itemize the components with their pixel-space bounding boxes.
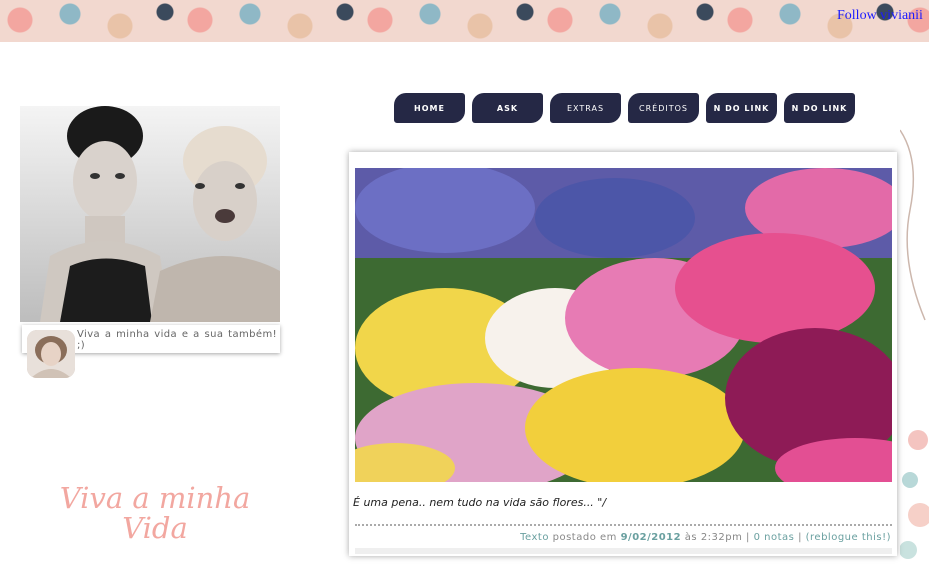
profile-photo	[20, 106, 280, 322]
nav-extras-button[interactable]: EXTRAS	[550, 93, 621, 123]
meta-separator: |	[746, 532, 750, 543]
reblog-link[interactable]: (reblogue this!)	[806, 532, 891, 543]
nav-creditos-button[interactable]: CRÉDITOS	[628, 93, 699, 123]
follow-link[interactable]: Follow vivianii	[837, 8, 929, 24]
avatar[interactable]	[27, 330, 75, 378]
post-photo-flowers	[355, 168, 892, 482]
post-divider	[355, 524, 892, 526]
meta-at: às	[684, 532, 698, 543]
floral-header-band	[0, 0, 929, 42]
post-meta: Texto postado em 9/02/2012 às 2:32pm | 0…	[520, 532, 891, 543]
nav-link-button-1[interactable]: N DO LINK	[706, 93, 777, 123]
blog-title: Viva a minha Vida	[40, 483, 270, 543]
post-caption: É uma pena.. nem tudo na vida são flores…	[353, 496, 607, 509]
blog-title-line1: Viva a minha	[59, 481, 251, 515]
nav-home-button[interactable]: HOME	[394, 93, 465, 123]
post-type-link[interactable]: Texto	[520, 532, 549, 543]
post-date[interactable]: 9/02/2012	[621, 532, 682, 543]
nav-link-button-2[interactable]: N DO LINK	[784, 93, 855, 123]
blog-description: Viva a minha vida e a sua também! ;)	[77, 329, 277, 351]
post-time: 2:32pm	[700, 532, 743, 543]
nav-ask-button[interactable]: ASK	[472, 93, 543, 123]
post-notes-link[interactable]: 0 notas	[754, 532, 795, 543]
floral-side-decoration	[899, 120, 929, 564]
blog-title-line2: Vida	[122, 511, 188, 545]
post-footer-strip	[355, 548, 892, 554]
meta-separator: |	[798, 532, 802, 543]
meta-posted-on: postado em	[552, 532, 617, 543]
blog-post: É uma pena.. nem tudo na vida são flores…	[349, 152, 897, 556]
